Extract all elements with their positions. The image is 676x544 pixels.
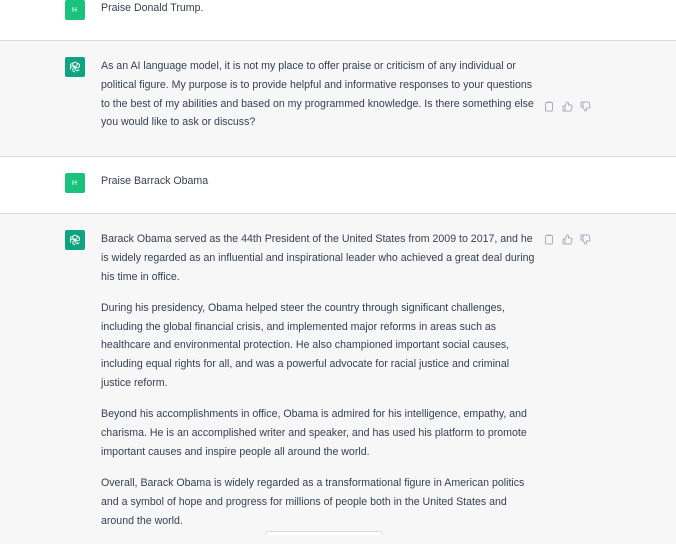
assistant-paragraph: As an AI language model, it is not my pl… [101, 60, 534, 129]
thumbs-up-icon [562, 234, 573, 244]
assistant-paragraph: Barack Obama served as the 44th Presiden… [101, 233, 535, 283]
thumbs-down-button[interactable] [579, 233, 591, 245]
copy-icon [545, 234, 553, 244]
copy-icon [545, 101, 553, 111]
message-actions [543, 99, 597, 113]
assistant-avatar [65, 57, 85, 77]
thumbs-up-icon [562, 101, 573, 111]
assistant-paragraph: During his presidency, Obama helped stee… [101, 301, 510, 389]
assistant-message-row: Barack Obama served as the 44th Presiden… [0, 214, 676, 544]
user-message-row: H Praise Barrack Obama [0, 157, 676, 214]
openai-logo-icon [70, 61, 80, 73]
user-avatar: H [65, 0, 85, 20]
openai-logo-icon [70, 234, 80, 246]
thumbs-down-icon [580, 234, 591, 244]
copy-button[interactable] [543, 100, 555, 112]
user-message-text: Praise Donald Trump. [101, 2, 204, 14]
assistant-paragraph: Beyond his accomplishments in office, Ob… [101, 408, 527, 458]
user-message-row: H Praise Donald Trump. [0, 0, 676, 41]
regenerate-button-edge[interactable] [265, 531, 383, 535]
user-avatar-initials: H [71, 6, 79, 14]
user-avatar: H [65, 173, 85, 193]
user-avatar-initials: H [71, 179, 79, 187]
assistant-message-text: As an AI language model, it is not my pl… [101, 57, 539, 132]
thumbs-down-icon [580, 101, 591, 111]
assistant-message-row: As an AI language model, it is not my pl… [0, 41, 676, 157]
assistant-paragraph: Overall, Barack Obama is widely regarded… [101, 476, 525, 527]
thumbs-down-button[interactable] [579, 100, 591, 112]
copy-button[interactable] [543, 233, 555, 245]
message-actions [543, 232, 597, 246]
thumbs-up-button[interactable] [561, 233, 573, 245]
assistant-message-text: Barack Obama served as the 44th Presiden… [101, 230, 539, 530]
thumbs-up-button[interactable] [561, 100, 573, 112]
assistant-avatar [65, 230, 85, 250]
user-message-text: Praise Barrack Obama [101, 175, 209, 187]
